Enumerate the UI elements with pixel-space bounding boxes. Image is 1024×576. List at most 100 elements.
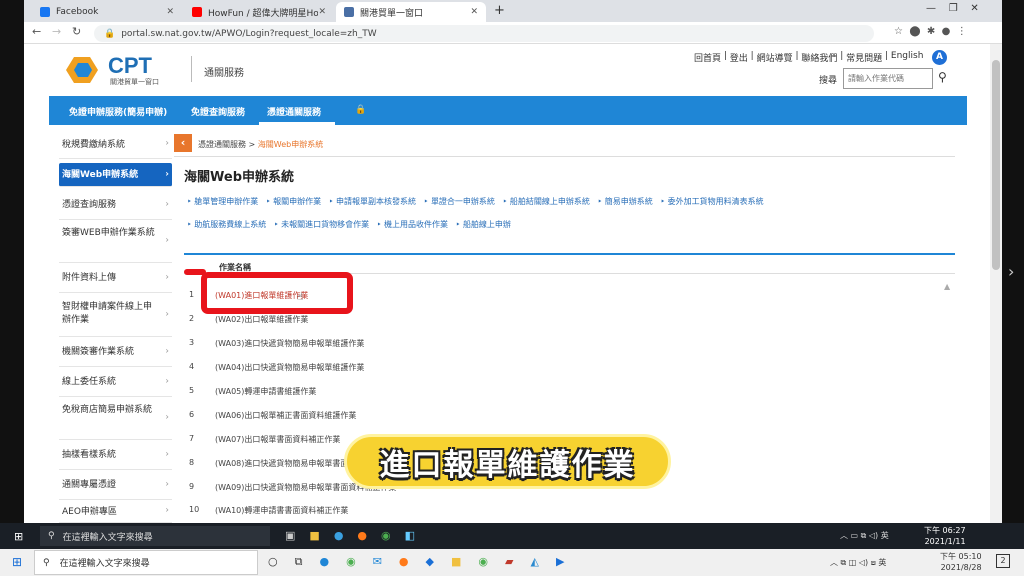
- close-icon[interactable]: ✕: [318, 7, 326, 17]
- nav-cert-service[interactable]: 憑證通關服務: [267, 105, 321, 118]
- capture-icon[interactable]: ◧: [405, 529, 415, 542]
- sublinks-row-1: ‣ 艙單管理申辦作業 ‣ 報關申辦作業 ‣ 申請報單副本核發系統 ‣ 單證合一申…: [187, 197, 764, 206]
- cortana-icon[interactable]: ○: [268, 555, 278, 569]
- breadcrumb-parent[interactable]: 憑證通關服務: [198, 140, 246, 149]
- sep: |: [792, 51, 802, 61]
- chevron-right-icon: ›: [165, 376, 169, 386]
- chevron-right-icon: ›: [165, 505, 169, 516]
- sidebar-item-ip[interactable]: 智財權申請案件線上申辦作業 ›: [59, 293, 172, 337]
- sidebar-item-sampling[interactable]: 抽樣看樣系統 ›: [59, 440, 172, 470]
- sublink-transfer[interactable]: 未報關進口貨物移會作業: [281, 220, 369, 229]
- edge-icon[interactable]: ●: [334, 529, 344, 542]
- row-link[interactable]: (WA06)出口報單補正書面資料維護作業: [215, 410, 356, 421]
- sublink-ship-clearance[interactable]: 船舶結關線上申辦系統: [510, 197, 590, 206]
- sidebar-item-cert[interactable]: 通關專屬憑證 ›: [59, 470, 172, 500]
- sidebar-item-fee[interactable]: 稅規費繳納系統 ›: [59, 130, 172, 159]
- ime-indicator[interactable]: 英: [878, 558, 886, 567]
- media-icon[interactable]: ▶: [556, 555, 564, 569]
- sublink-navaid[interactable]: 助航服務費線上系統: [194, 220, 266, 229]
- search-input[interactable]: [843, 68, 933, 89]
- firefox-icon[interactable]: ●: [399, 555, 409, 569]
- sublink-manifest[interactable]: 艙單管理申辦作業: [194, 197, 258, 206]
- firefox-icon[interactable]: ●: [357, 529, 367, 542]
- tab-howfun[interactable]: HowFun / 超偉大牌明星How哥✕: [184, 2, 334, 22]
- link-logout[interactable]: 登出: [730, 51, 748, 64]
- reload-icon[interactable]: ↻: [72, 25, 81, 38]
- tab-portal[interactable]: 關港貿單一窗口 ✕: [336, 2, 486, 22]
- link-home[interactable]: 回首頁: [694, 51, 721, 64]
- outer-search-box[interactable]: ⚲ 在這裡輸入文字來搜尋: [34, 550, 258, 575]
- sidebar-item-customs-web[interactable]: 海關Web申辦系統 ›: [59, 163, 172, 187]
- sublink-simple[interactable]: 簡易申辦系統: [605, 197, 653, 206]
- window-controls[interactable]: — ❐ ✕: [926, 3, 979, 14]
- nav-free-apply[interactable]: 免證申辦服務(簡易申辦): [69, 105, 167, 118]
- new-tab-button[interactable]: +: [494, 3, 505, 18]
- back-icon[interactable]: ←: [32, 25, 41, 38]
- sidebar-item-upload[interactable]: 附件資料上傳 ›: [59, 263, 172, 293]
- row-link[interactable]: (WA10)轉運申請書書面資料補正作業: [215, 505, 348, 516]
- sidebar-item-label: 通關專屬憑證: [62, 480, 117, 490]
- row-number: 3: [189, 338, 195, 347]
- row-link[interactable]: (WA05)轉運申請書維護作業: [215, 386, 316, 397]
- forward-icon[interactable]: →: [52, 25, 61, 38]
- row-link[interactable]: (WA07)出口報單書面資料補正作業: [215, 434, 340, 445]
- sidebar-item-aeo[interactable]: AEO申辦專區 ›: [59, 500, 172, 523]
- sublink-processing[interactable]: 委外加工貨物用料清表系統: [668, 197, 764, 206]
- inner-search-box[interactable]: ⚲ 在這裡輸入文字來搜尋: [40, 526, 270, 546]
- close-icon[interactable]: ✕: [470, 7, 478, 17]
- annotation-stroke: [184, 269, 206, 275]
- collapse-sidebar-button[interactable]: ‹: [174, 134, 192, 152]
- sep: |: [721, 51, 730, 61]
- sep: |: [837, 51, 847, 61]
- sidebar-item-delegate[interactable]: 線上委任系統 ›: [59, 367, 172, 397]
- chrome-icon[interactable]: ◉: [381, 529, 391, 542]
- tab-label: 關港貿單一窗口: [360, 8, 424, 19]
- start-icon[interactable]: ⊞: [14, 530, 23, 543]
- sublink-ship-online[interactable]: 船舶線上申辦: [463, 220, 511, 229]
- sublink-onboard[interactable]: 機上用品收件作業: [384, 220, 448, 229]
- dropbox-icon[interactable]: ◆: [426, 555, 434, 569]
- tab-facebook[interactable]: Facebook ✕: [32, 2, 182, 22]
- app-icon[interactable]: ◭: [530, 555, 538, 569]
- chevron-right-icon: ›: [165, 412, 169, 423]
- next-arrow-icon[interactable]: ›: [1008, 262, 1014, 281]
- sublink-single-window[interactable]: 單證合一申辦系統: [431, 197, 495, 206]
- link-english[interactable]: English: [891, 51, 924, 64]
- chevron-right-icon: ›: [165, 479, 169, 489]
- mail-icon[interactable]: ✉: [373, 555, 382, 569]
- row-link[interactable]: (WA02)出口報單維護作業: [215, 314, 308, 325]
- accessibility-icon[interactable]: A: [932, 50, 947, 65]
- outer-app-icons: ○ ⧉ ● ◉ ✉ ● ◆ ■ ◉ ▰ ◭ ▶: [268, 555, 564, 569]
- filezilla-icon[interactable]: ▰: [505, 555, 513, 569]
- sidebar-item-cert-query[interactable]: 憑證查詢服務 ›: [59, 190, 172, 220]
- search-icon: ⚲: [43, 557, 50, 568]
- link-contact[interactable]: 聯絡我們: [801, 51, 837, 64]
- link-sitemap[interactable]: 網站導覽: [757, 51, 793, 64]
- chrome-icon[interactable]: ◉: [346, 555, 356, 569]
- sidebar-item-agency[interactable]: 機關簽審作業系統 ›: [59, 337, 172, 367]
- sidebar-item-review-web[interactable]: 簽審WEB申辦作業系統 ›: [59, 220, 172, 263]
- folder-icon[interactable]: ■: [309, 529, 319, 542]
- close-icon[interactable]: ✕: [166, 7, 174, 17]
- start-icon[interactable]: ⊞: [12, 555, 22, 569]
- link-faq[interactable]: 常見問題: [846, 51, 882, 64]
- inner-app-icons: ▣ ■ ● ● ◉ ◧: [285, 529, 415, 542]
- sublink-copy[interactable]: 申請報單副本核發系統: [336, 197, 416, 206]
- url-input[interactable]: 🔒 portal.sw.nat.gov.tw/APWO/Login?request…: [94, 25, 874, 42]
- sublink-declaration[interactable]: 報關申辦作業: [273, 197, 321, 206]
- store-icon[interactable]: ▣: [285, 529, 295, 542]
- chrome-icon[interactable]: ◉: [478, 555, 488, 569]
- extension-icons[interactable]: ☆ ⬤ ✱ ● ⋮: [894, 26, 967, 37]
- scroll-up-icon[interactable]: ▲: [944, 282, 950, 291]
- scrollbar-thumb[interactable]: [992, 60, 1000, 270]
- notification-icon[interactable]: 2: [996, 554, 1010, 568]
- search-icon[interactable]: ⚲: [938, 70, 947, 84]
- row-link[interactable]: (WA03)進口快遞貨物簡易申報單維護作業: [215, 338, 364, 349]
- edge-icon[interactable]: ●: [319, 555, 329, 569]
- folder-icon[interactable]: ■: [451, 555, 461, 569]
- logo-brand: CPT: [108, 53, 152, 78]
- nav-free-query[interactable]: 免證查詢服務: [191, 105, 245, 118]
- task-view-icon[interactable]: ⧉: [295, 555, 303, 569]
- row-link[interactable]: (WA04)出口快遞貨物簡易申報單維護作業: [215, 362, 364, 373]
- sidebar-item-dutyfree[interactable]: 免稅商店簡易申辦系統 ›: [59, 397, 172, 440]
